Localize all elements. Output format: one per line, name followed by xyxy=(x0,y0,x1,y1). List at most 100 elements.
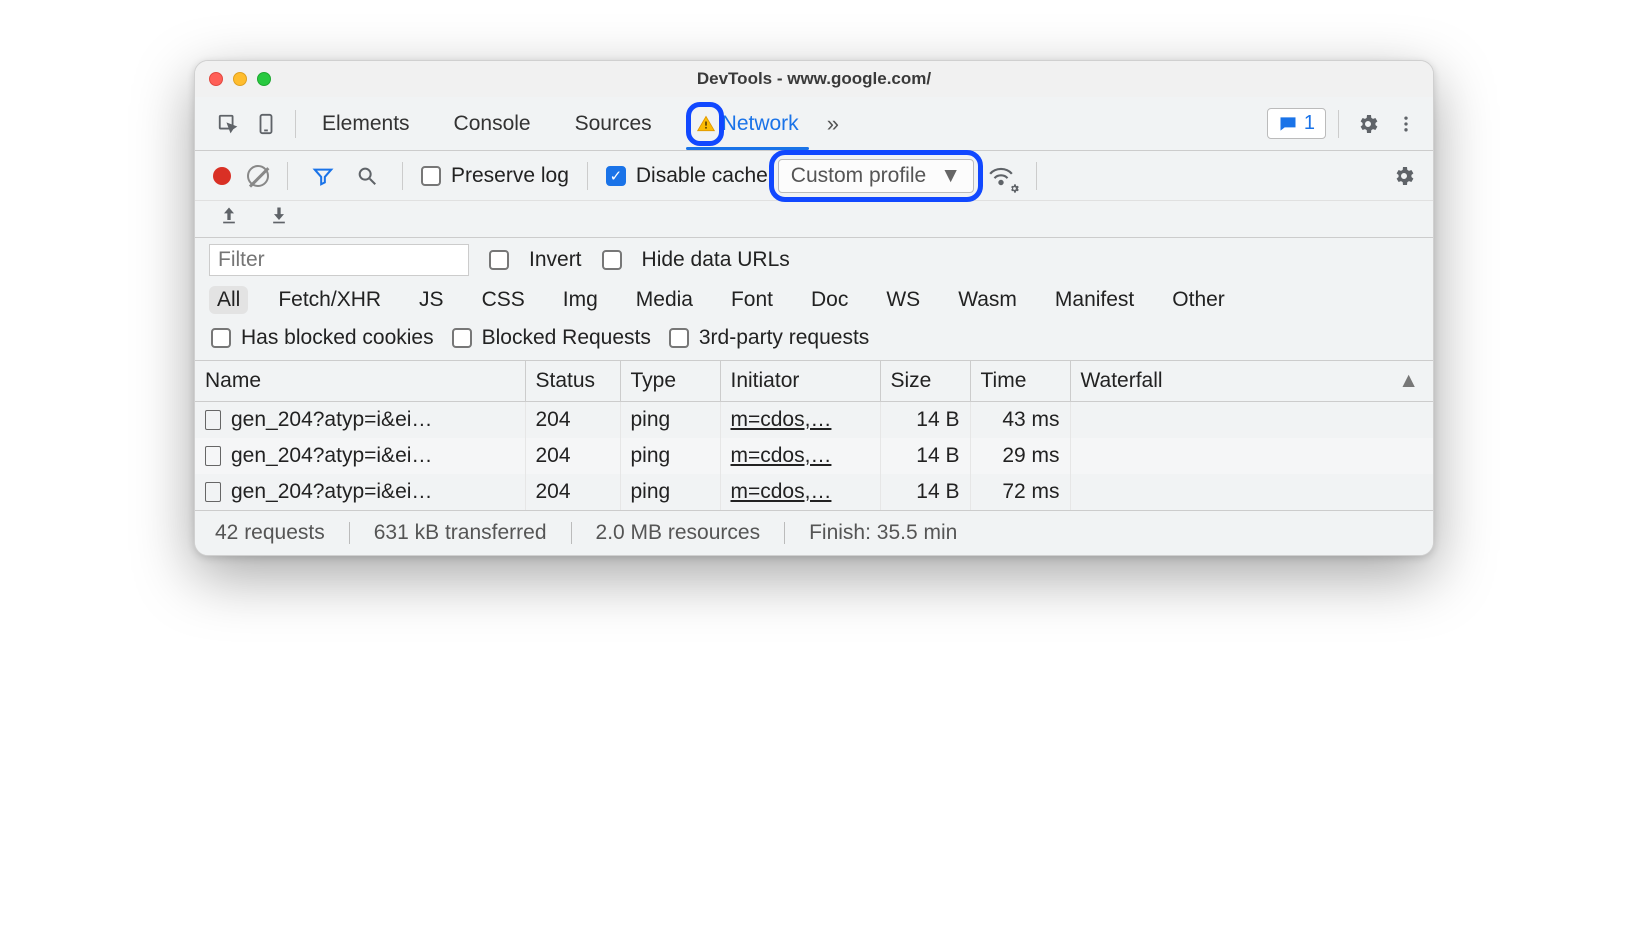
chip-all[interactable]: All xyxy=(209,286,248,314)
sort-ascending-icon: ▲ xyxy=(1398,369,1419,393)
inspect-element-icon[interactable] xyxy=(211,107,245,141)
cell-initiator[interactable]: m=cdos,… xyxy=(731,480,832,503)
preserve-log-checkbox[interactable] xyxy=(421,166,441,186)
search-icon[interactable] xyxy=(350,159,384,193)
panel-tabs: Elements Console Sources Network xyxy=(318,112,803,136)
file-icon xyxy=(205,482,221,502)
disable-cache-checkbox[interactable]: ✓ xyxy=(606,166,626,186)
resource-type-chips: All Fetch/XHR JS CSS Img Media Font Doc … xyxy=(195,282,1433,322)
filter-toggle-icon[interactable] xyxy=(306,159,340,193)
tab-sources[interactable]: Sources xyxy=(571,112,656,136)
invert-checkbox[interactable] xyxy=(489,250,509,270)
chip-ws[interactable]: WS xyxy=(878,286,928,314)
blocked-cookies-label: Has blocked cookies xyxy=(241,326,434,350)
table-row[interactable]: gen_204?atyp=i&ei… 204ping m=cdos,… 14 B43 … xyxy=(195,402,1433,439)
settings-gear-icon[interactable] xyxy=(1351,107,1385,141)
preserve-log-label: Preserve log xyxy=(451,164,569,188)
device-toggle-icon[interactable] xyxy=(249,107,283,141)
hide-data-urls-checkbox[interactable] xyxy=(602,250,622,270)
tab-network[interactable]: Network xyxy=(692,112,803,136)
separator xyxy=(402,162,403,190)
cell-waterfall xyxy=(1070,402,1433,439)
throttling-select[interactable]: Custom profile ▼ xyxy=(778,159,974,193)
cell-name: gen_204?atyp=i&ei… xyxy=(231,480,432,503)
table-row[interactable]: gen_204?atyp=i&ei…204pingm=cdos,…14 B29 … xyxy=(195,438,1433,474)
cell-waterfall xyxy=(1070,474,1433,510)
cell-status: 204 xyxy=(525,402,620,439)
col-size[interactable]: Size xyxy=(880,361,970,402)
cell-initiator[interactable]: m=cdos,… xyxy=(731,408,832,431)
record-button[interactable] xyxy=(213,167,231,185)
window-title: DevTools - www.google.com/ xyxy=(195,69,1433,89)
cell-size: 14 B xyxy=(880,474,970,510)
advanced-filter-row: Has blocked cookies Blocked Requests 3rd… xyxy=(195,322,1433,361)
window-titlebar: DevTools - www.google.com/ xyxy=(195,61,1433,97)
chip-other[interactable]: Other xyxy=(1164,286,1233,314)
tab-elements[interactable]: Elements xyxy=(318,112,414,136)
cell-type: ping xyxy=(620,402,720,439)
separator xyxy=(1338,110,1339,138)
separator xyxy=(295,110,296,138)
more-tabs-chevron-icon[interactable]: » xyxy=(827,111,839,137)
col-name[interactable]: Name xyxy=(195,361,525,402)
table-row[interactable]: gen_204?atyp=i&ei… 204ping m=cdos,… 14 B72 … xyxy=(195,474,1433,510)
table-header-row: Name Status Type Initiator Size Time Wat… xyxy=(195,361,1433,402)
cell-time: 43 ms xyxy=(970,402,1070,439)
cell-type: ping xyxy=(620,474,720,510)
col-waterfall-label: Waterfall xyxy=(1081,369,1163,392)
chip-fetchxhr[interactable]: Fetch/XHR xyxy=(270,286,389,314)
chip-js[interactable]: JS xyxy=(411,286,452,314)
chip-font[interactable]: Font xyxy=(723,286,781,314)
cell-size: 14 B xyxy=(880,438,970,474)
col-waterfall[interactable]: Waterfall ▲ xyxy=(1070,361,1433,402)
col-initiator[interactable]: Initiator xyxy=(720,361,880,402)
cell-size: 14 B xyxy=(880,402,970,439)
file-icon xyxy=(205,446,221,466)
status-requests: 42 requests xyxy=(215,521,325,545)
cell-type: ping xyxy=(620,438,720,474)
col-type[interactable]: Type xyxy=(620,361,720,402)
issues-button[interactable]: 1 xyxy=(1267,108,1326,139)
issues-count: 1 xyxy=(1304,112,1315,135)
cell-name: gen_204?atyp=i&ei… xyxy=(231,408,432,431)
invert-label: Invert xyxy=(529,248,582,272)
status-transferred: 631 kB transferred xyxy=(349,521,547,545)
network-settings-gear-icon[interactable] xyxy=(1387,159,1421,193)
col-time[interactable]: Time xyxy=(970,361,1070,402)
cell-name: gen_204?atyp=i&ei… xyxy=(231,444,432,467)
separator xyxy=(1036,162,1037,190)
blocked-requests-checkbox[interactable] xyxy=(452,328,472,348)
devtools-window: DevTools - www.google.com/ Elements Cons… xyxy=(194,60,1434,556)
export-har-icon[interactable] xyxy=(219,205,239,225)
file-icon xyxy=(205,410,221,430)
chip-doc[interactable]: Doc xyxy=(803,286,856,314)
chip-css[interactable]: CSS xyxy=(474,286,533,314)
tab-network-label: Network xyxy=(722,112,799,136)
third-party-label: 3rd-party requests xyxy=(699,326,869,350)
chip-manifest[interactable]: Manifest xyxy=(1047,286,1142,314)
filter-input[interactable] xyxy=(209,244,469,276)
highlight-throttling xyxy=(769,150,983,202)
blocked-cookies-checkbox[interactable] xyxy=(211,328,231,348)
network-conditions-wifi-icon[interactable] xyxy=(984,159,1018,193)
cell-waterfall xyxy=(1070,438,1433,474)
chip-img[interactable]: Img xyxy=(555,286,606,314)
hide-data-urls-label: Hide data URLs xyxy=(642,248,790,272)
cell-initiator[interactable]: m=cdos,… xyxy=(731,444,832,467)
network-table: Name Status Type Initiator Size Time Wat… xyxy=(195,361,1433,510)
main-tabs-row: Elements Console Sources Network » 1 xyxy=(195,97,1433,151)
status-finish: Finish: 35.5 min xyxy=(784,521,957,545)
more-menu-icon[interactable] xyxy=(1389,107,1423,141)
tab-console[interactable]: Console xyxy=(450,112,535,136)
import-har-icon[interactable] xyxy=(269,205,289,225)
chip-media[interactable]: Media xyxy=(628,286,701,314)
separator xyxy=(287,162,288,190)
network-toolbar: Preserve log ✓ Disable cache Custom prof… xyxy=(195,151,1433,201)
clear-button[interactable] xyxy=(247,165,269,187)
cell-status: 204 xyxy=(525,474,620,510)
chip-wasm[interactable]: Wasm xyxy=(950,286,1025,314)
col-status[interactable]: Status xyxy=(525,361,620,402)
warning-icon xyxy=(696,114,716,134)
third-party-checkbox[interactable] xyxy=(669,328,689,348)
cell-time: 72 ms xyxy=(970,474,1070,510)
